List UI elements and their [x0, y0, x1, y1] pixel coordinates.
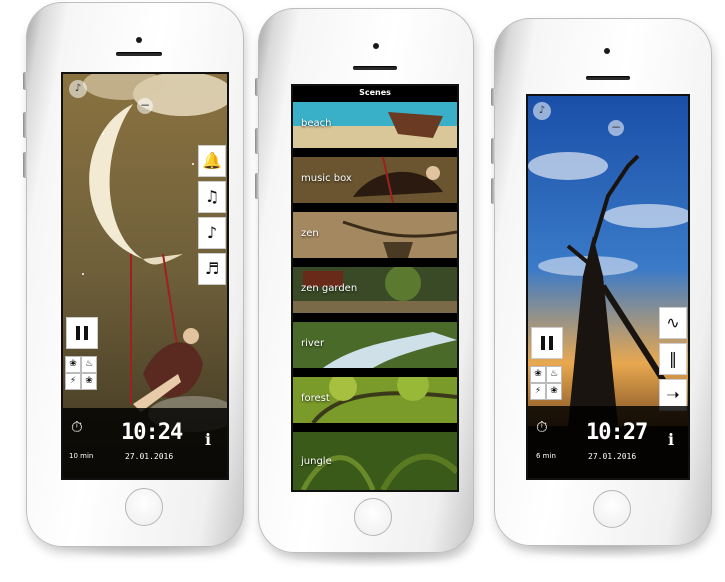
snake-icon[interactable]: ∿ [660, 308, 686, 338]
pause-icon [549, 336, 553, 350]
scene-item-music-box[interactable]: music box [293, 157, 457, 203]
pause-icon [541, 336, 545, 350]
mute-switch [255, 78, 259, 96]
clock-date: 27.01.2016 [125, 452, 174, 461]
phone-2: Scenes beach music box zen zen garden ri… [255, 8, 474, 553]
screen-alarm-sunset: ♪ − ∿ ‖ ➝ ❀ ♨ ⚡ ❀ ⏱ 6 min 10:27 27.01.20… [526, 94, 690, 480]
scene-label: river [301, 338, 325, 349]
volume-down-button [23, 152, 27, 178]
front-camera [373, 43, 379, 49]
pause-icon [76, 326, 80, 340]
timer-icon[interactable]: ⏱ [536, 418, 548, 436]
effect-bird-icon[interactable]: ❀ [547, 384, 561, 399]
effect-wind-icon[interactable]: ❀ [66, 357, 80, 372]
scene-label: zen [301, 228, 319, 239]
volume-up-button [23, 112, 27, 138]
scene-item-forest[interactable]: forest [293, 377, 457, 423]
screen-scenes: Scenes beach music box zen zen garden ri… [291, 84, 459, 492]
minus-icon[interactable]: − [137, 98, 153, 114]
earpiece [586, 76, 630, 80]
home-button [593, 490, 631, 528]
pause-icon [84, 326, 88, 340]
screen-alarm-night: ♪ − 🔔 ♫ ♪ ♬ ❀ ♨ ⚡ ❀ ⏱ 10 min 10:24 27.01… [61, 72, 229, 480]
home-button [125, 488, 163, 526]
front-camera [136, 37, 142, 43]
front-camera [604, 48, 610, 54]
mute-switch [491, 88, 495, 106]
piano-icon[interactable]: ♬ [199, 254, 225, 284]
effect-lightning-icon[interactable]: ⚡ [531, 384, 545, 399]
timer-label: 6 min [536, 452, 556, 460]
volume-up-button [491, 138, 495, 164]
earpiece [116, 52, 162, 56]
scene-label: music box [301, 173, 352, 184]
scene-item-zen-garden[interactable]: zen garden [293, 267, 457, 313]
clock-date: 27.01.2016 [588, 452, 637, 461]
scene-item-river[interactable]: river [293, 322, 457, 368]
info-icon[interactable]: i [205, 430, 211, 449]
mute-switch [23, 72, 27, 90]
chimes-icon[interactable]: ‖ [660, 344, 686, 374]
scene-item-zen[interactable]: zen [293, 212, 457, 258]
scene-label: jungle [301, 456, 332, 467]
pause-button[interactable] [532, 328, 562, 358]
speaker-icon[interactable]: ♪ [69, 80, 87, 98]
volume-down-button [255, 173, 259, 199]
speaker-icon[interactable]: ♪ [533, 102, 551, 120]
minus-icon[interactable]: − [608, 120, 624, 136]
phone-1: ♪ − 🔔 ♫ ♪ ♬ ❀ ♨ ⚡ ❀ ⏱ 10 min 10:24 27.01… [23, 2, 244, 547]
status-bar: ⏱ 10 min 10:24 27.01.2016 i [63, 408, 227, 478]
effect-fire-icon[interactable]: ♨ [82, 357, 96, 372]
effect-wind-icon[interactable]: ❀ [531, 367, 545, 382]
volume-down-button [491, 178, 495, 204]
effect-bird-icon[interactable]: ❀ [82, 374, 96, 389]
pause-button[interactable] [67, 318, 97, 348]
guitar-stand-icon[interactable]: ♫ [199, 182, 225, 212]
scene-label: beach [301, 118, 332, 129]
earpiece [353, 66, 397, 70]
status-bar: ⏱ 6 min 10:27 27.01.2016 i [528, 406, 688, 478]
volume-up-button [255, 128, 259, 154]
guitar-icon[interactable]: ♪ [199, 218, 225, 248]
scene-label: forest [301, 393, 330, 404]
bell-icon[interactable]: 🔔 [199, 146, 225, 176]
effect-lightning-icon[interactable]: ⚡ [66, 374, 80, 389]
scenes-header: Scenes [293, 86, 457, 100]
scene-item-jungle[interactable]: jungle [293, 432, 457, 490]
scene-item-beach[interactable]: beach [293, 102, 457, 148]
clock-time: 10:24 [121, 420, 183, 445]
info-icon[interactable]: i [668, 430, 674, 449]
home-button [354, 498, 392, 536]
effect-fire-icon[interactable]: ♨ [547, 367, 561, 382]
timer-label: 10 min [69, 452, 94, 460]
phone-3: ♪ − ∿ ‖ ➝ ❀ ♨ ⚡ ❀ ⏱ 6 min 10:27 27.01.20… [491, 18, 712, 546]
scene-label: zen garden [301, 283, 358, 294]
clock-time: 10:27 [586, 420, 648, 445]
timer-icon[interactable]: ⏱ [71, 418, 83, 436]
